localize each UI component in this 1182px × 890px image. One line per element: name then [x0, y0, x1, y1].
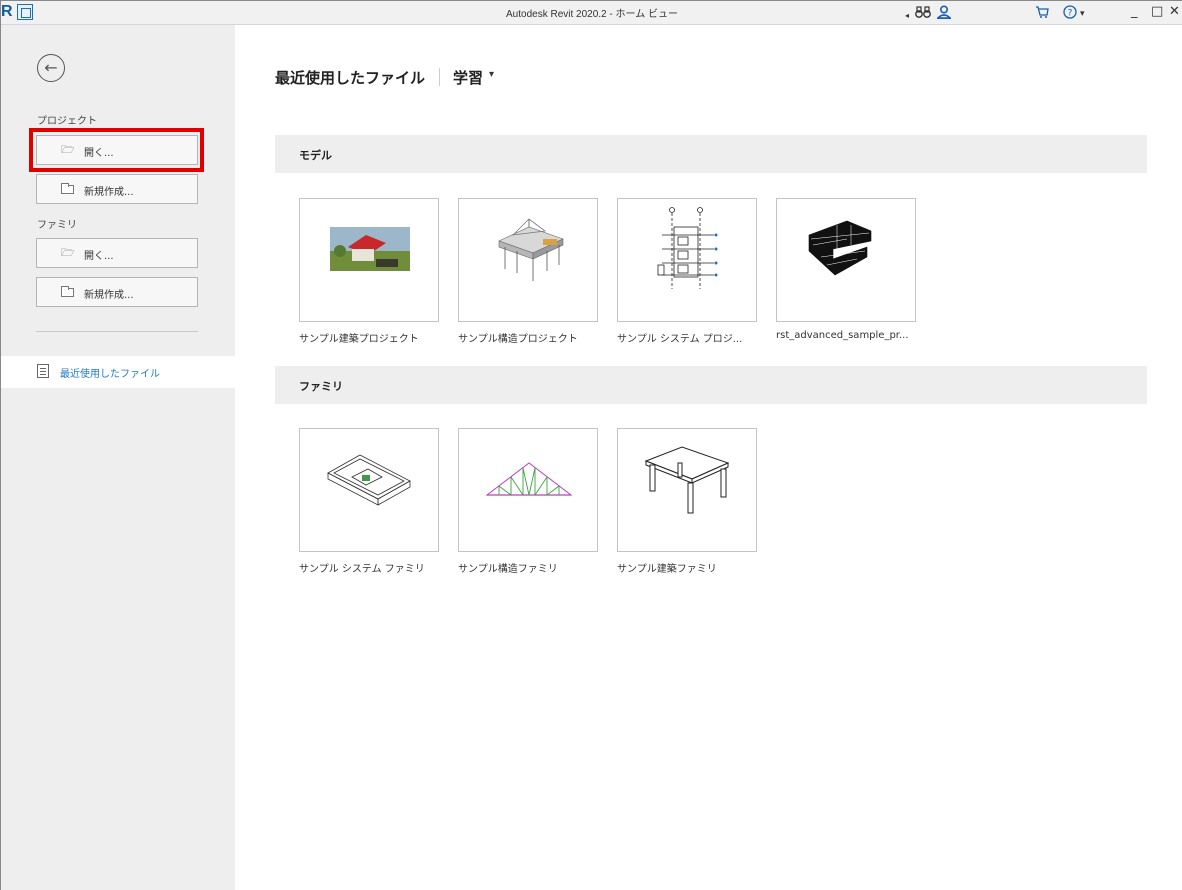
family-caption: サンプル構造ファミリ: [458, 564, 558, 575]
families-header-label: ファミリ: [299, 380, 343, 393]
title-bar: R Autodesk Revit 2020.2 - ホーム ビュー ◂ ? ▾ …: [1, 1, 1182, 25]
families-group-header: ファミリ: [275, 366, 1147, 404]
project-section-label: プロジェクト: [37, 116, 97, 127]
sidebar-item-recent-files[interactable]: 最近使用したファイル: [1, 356, 235, 388]
models-header-label: モデル: [299, 149, 332, 162]
model-caption: サンプル システム プロジ...: [617, 334, 743, 345]
maximize-button[interactable]: □: [1151, 4, 1163, 20]
advanced-structure-thumbnail: [776, 198, 916, 322]
model-caption: サンプル構造プロジェクト: [458, 334, 578, 345]
highlight-box: [29, 128, 204, 172]
folder-icon: [61, 183, 74, 194]
structure-sample-thumbnail: [458, 198, 598, 322]
family-new-button[interactable]: 新規作成...: [36, 277, 198, 307]
chevron-down-icon[interactable]: ▾: [489, 69, 494, 80]
svg-text:?: ?: [1068, 9, 1073, 19]
folder-icon: [61, 286, 74, 297]
family-section-label: ファミリ: [37, 220, 77, 231]
family-caption: サンプル建築ファミリ: [617, 564, 717, 575]
close-button[interactable]: ✕: [1169, 4, 1180, 20]
folder-open-icon: 🗁: [61, 246, 75, 259]
model-caption: サンプル建築プロジェクト: [299, 334, 419, 345]
model-caption: rst_advanced_sample_pr...: [776, 330, 909, 341]
family-new-label: 新規作成...: [84, 290, 134, 301]
systems-sample-thumbnail: [617, 198, 757, 322]
family-caption: サンプル システム ファミリ: [299, 564, 425, 575]
truss-family-thumbnail: [458, 428, 598, 552]
tab-separator: [439, 68, 440, 86]
window-title: Autodesk Revit 2020.2 - ホーム ビュー: [506, 9, 678, 20]
architecture-sample-thumbnail: [299, 198, 439, 322]
family-open-label: 開く...: [84, 251, 114, 262]
back-arrow-icon[interactable]: ←: [37, 54, 65, 82]
sidebar-divider: [36, 331, 198, 332]
project-new-label: 新規作成...: [84, 187, 134, 198]
help-icon[interactable]: ?: [1063, 5, 1077, 23]
tab-learn[interactable]: 学習: [453, 67, 483, 88]
minimize-button[interactable]: _: [1131, 4, 1138, 20]
recent-files-label: 最近使用したファイル: [60, 369, 160, 380]
recent-files-icon: [37, 364, 49, 378]
system-family-thumbnail: [299, 428, 439, 552]
binoculars-icon[interactable]: [915, 5, 931, 23]
sidebar: ← プロジェクト 🗁 開く... 新規作成... ファミリ 🗁 開く... 新規…: [1, 25, 235, 890]
tab-recent-files[interactable]: 最近使用したファイル: [275, 67, 425, 88]
models-group-header: モデル: [275, 135, 1147, 173]
expand-arrow-icon[interactable]: ◂: [905, 8, 909, 24]
cart-icon[interactable]: [1035, 5, 1049, 23]
user-icon[interactable]: [936, 5, 952, 23]
table-family-thumbnail: [617, 428, 757, 552]
main-content: 最近使用したファイル 学習 ▾ モデル サンプル建築プロジェクト サンプル構造プ…: [235, 25, 1182, 890]
revit-window: R Autodesk Revit 2020.2 - ホーム ビュー ◂ ? ▾ …: [0, 0, 1182, 890]
family-open-button[interactable]: 🗁 開く...: [36, 238, 198, 268]
project-new-button[interactable]: 新規作成...: [36, 174, 198, 204]
help-dropdown-icon[interactable]: ▾: [1080, 6, 1085, 22]
